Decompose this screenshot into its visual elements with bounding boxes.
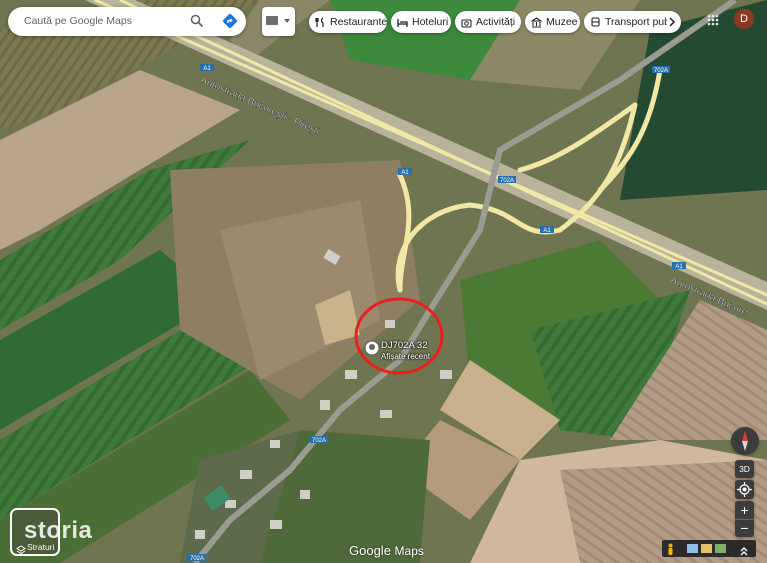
zoom-out-button[interactable]: − bbox=[735, 520, 754, 537]
layer-thumbnail-traffic[interactable] bbox=[701, 544, 712, 553]
satellite-map[interactable]: A1 A1 A1 A1 702A 702A 702A 702A Autostra… bbox=[0, 0, 767, 563]
shield-a1: A1 bbox=[675, 264, 683, 270]
bed-icon bbox=[397, 17, 408, 28]
chevron-right-icon[interactable] bbox=[667, 16, 677, 28]
chip-restaurants[interactable]: Restaurante bbox=[309, 11, 387, 33]
zoom-in-label: + bbox=[740, 502, 749, 518]
pin-label[interactable]: DJ702A 32 Afișate recent bbox=[381, 340, 430, 362]
account-avatar[interactable]: D bbox=[734, 9, 754, 29]
zoom-out-label: − bbox=[740, 520, 749, 536]
chip-label: Hoteluri bbox=[412, 16, 449, 28]
chevron-down-icon bbox=[284, 19, 290, 23]
chip-label: Transport pub bbox=[605, 16, 667, 28]
google-maps-logo: Google Maps bbox=[349, 543, 424, 558]
chip-label: Muzee bbox=[546, 16, 578, 28]
layer-thumbnail-terrain[interactable] bbox=[715, 544, 726, 553]
directions-icon[interactable] bbox=[222, 13, 238, 29]
shield-702a: 702A bbox=[654, 68, 668, 74]
storia-logo-text: storia bbox=[24, 517, 93, 544]
search-input[interactable] bbox=[22, 14, 186, 28]
museum-icon bbox=[530, 16, 543, 28]
google-logo-text: Google bbox=[349, 543, 391, 558]
zoom-controls: + − bbox=[735, 501, 754, 537]
pin-subtitle: Afișate recent bbox=[381, 352, 430, 361]
bottom-toolbar bbox=[662, 540, 756, 557]
search-icon[interactable] bbox=[190, 14, 204, 28]
apps-grid-icon[interactable] bbox=[707, 13, 719, 26]
my-location-button[interactable] bbox=[735, 480, 754, 499]
shield-a1: A1 bbox=[203, 66, 211, 72]
chip-hotels[interactable]: Hoteluri bbox=[391, 11, 451, 33]
shield-702a: 702A bbox=[190, 556, 204, 562]
layer-thumbnail-map[interactable] bbox=[687, 544, 698, 553]
expand-up-icon[interactable] bbox=[739, 543, 749, 556]
storia-watermark: storia bbox=[24, 517, 92, 545]
keyboard-icon bbox=[266, 16, 278, 25]
bus-icon bbox=[590, 16, 601, 28]
chip-label: Restaurante bbox=[330, 16, 387, 28]
location-pin-icon[interactable] bbox=[364, 340, 380, 356]
fork-knife-icon bbox=[315, 16, 326, 28]
chip-label: Activități bbox=[476, 16, 516, 28]
shield-702a: 702A bbox=[312, 438, 326, 444]
search-box[interactable] bbox=[8, 7, 246, 36]
camera-icon bbox=[461, 17, 472, 28]
pegman-icon[interactable] bbox=[667, 542, 674, 555]
pin-title: DJ702A 32 bbox=[381, 340, 428, 351]
avatar-initial: D bbox=[740, 13, 748, 25]
shield-a1: A1 bbox=[401, 170, 409, 176]
compass-button[interactable] bbox=[731, 427, 759, 455]
zoom-in-button[interactable]: + bbox=[735, 501, 754, 520]
chip-transit[interactable]: Transport pub bbox=[584, 11, 681, 33]
3d-button[interactable]: 3D bbox=[735, 460, 754, 478]
shield-a1: A1 bbox=[543, 228, 551, 234]
compass-icon bbox=[742, 431, 748, 451]
chip-museums[interactable]: Muzee bbox=[525, 11, 580, 33]
maps-logo-text: Maps bbox=[394, 544, 424, 558]
input-tools-button[interactable] bbox=[262, 7, 295, 36]
shield-702a: 702A bbox=[500, 178, 514, 184]
3d-label: 3D bbox=[739, 464, 750, 474]
my-location-icon bbox=[737, 482, 752, 497]
chip-activities[interactable]: Activități bbox=[455, 11, 521, 33]
